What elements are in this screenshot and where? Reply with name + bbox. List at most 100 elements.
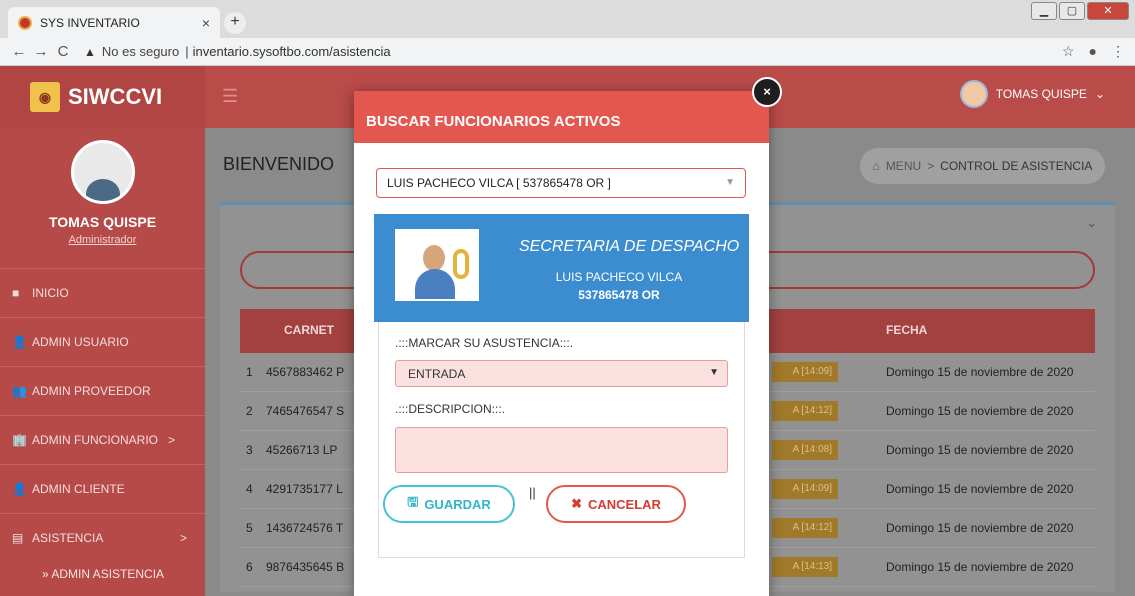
security-label[interactable]: No es seguro (102, 44, 179, 59)
user-icon: 👤 (12, 335, 27, 349)
chevron-down-icon: ▼ (709, 367, 719, 378)
site-favicon-icon (18, 15, 32, 30)
search-funcionarios-modal: BUSCAR FUNCIONARIOS ACTIVOS LUIS PACHECO… (354, 91, 769, 596)
user-menu[interactable]: TOMAS QUISPE ⌄ (959, 80, 1105, 108)
user-avatar (959, 80, 988, 108)
row-carnet: 1436724576 T (266, 521, 344, 535)
window-close-icon[interactable]: ✕ (1087, 2, 1129, 20)
row-fecha: Domingo 15 de noviembre de 2020 (886, 443, 1074, 457)
sidebar: TOMAS QUISPE Administrador ■ INICIO 👤 AD… (0, 128, 205, 596)
brand-logo-icon: ◉ (30, 82, 60, 112)
users-icon: 👥 (12, 384, 27, 398)
mark-select[interactable]: ENTRADA ▼ (395, 360, 728, 387)
brand-name: SIWCCVI (68, 84, 163, 109)
sidebar-item-admin-proveedor[interactable]: 👥 ADMIN PROVEEDOR (0, 366, 205, 415)
chevron-right-icon: > (168, 433, 176, 447)
breadcrumb: ⌂ MENU > CONTROL DE ASISTENCIA (860, 148, 1105, 184)
sidebar-item-admin-funcionario[interactable]: 🏢 ADMIN FUNCIONARIO > (0, 415, 205, 464)
minimize-icon[interactable]: ▁ (1031, 2, 1057, 20)
reload-icon[interactable]: C (52, 43, 74, 60)
breadcrumb-home[interactable]: MENU (886, 159, 921, 173)
modal-close-button[interactable]: × (752, 77, 782, 107)
funcionario-card: SECRETARIA DE DESPACHO LUIS PACHECO VILC… (374, 214, 749, 322)
building-icon: 🏢 (12, 433, 27, 447)
url-field[interactable]: inventario.sysoftbo.com/asistencia (193, 44, 391, 59)
user-plus-icon: 👤 (12, 482, 27, 496)
profile-avatar (70, 140, 135, 204)
status-badge: A [14:13] (772, 557, 838, 577)
row-carnet: 45266713 LP (266, 443, 338, 457)
hamburger-menu-icon[interactable]: ☰ (222, 86, 238, 107)
status-badge: A [14:12] (772, 518, 838, 538)
funcionario-select[interactable]: LUIS PACHECO VILCA [ 537865478 OR ] ▼ (376, 168, 746, 198)
sidebar-item-admin-cliente[interactable]: 👤 ADMIN CLIENTE (0, 464, 205, 513)
card-name: LUIS PACHECO VILCA (555, 270, 683, 284)
row-number: 2 (246, 404, 253, 418)
browser-titlebar: SYS INVENTARIO × + ▁ ▢ ✕ (0, 0, 1135, 38)
bookmark-star-icon[interactable]: ☆ (1062, 43, 1075, 60)
chevron-right-icon: > (179, 531, 187, 545)
description-textarea[interactable] (395, 427, 728, 473)
row-fecha: Domingo 15 de noviembre de 2020 (886, 560, 1074, 574)
maximize-icon[interactable]: ▢ (1059, 2, 1085, 20)
sidebar-item-admin-usuario[interactable]: 👤 ADMIN USUARIO (0, 317, 205, 366)
row-fecha: Domingo 15 de noviembre de 2020 (886, 482, 1074, 496)
row-carnet: 4291735177 L (266, 482, 343, 496)
button-separator: || (529, 485, 536, 500)
save-icon: 🖫 (407, 494, 419, 509)
row-carnet: 9876435645 B (266, 560, 345, 574)
row-number: 3 (246, 443, 253, 457)
mark-select-value: ENTRADA (408, 367, 466, 381)
sidebar-item-label: ADMIN CLIENTE (32, 482, 125, 496)
new-tab-button[interactable]: + (224, 12, 246, 34)
card-department: SECRETARIA DE DESPACHO (519, 238, 740, 255)
back-icon[interactable]: ← (8, 43, 30, 60)
mark-label: .:::MARCAR SU ASUSTENCIA:::. (395, 336, 574, 350)
sidebar-profile: TOMAS QUISPE Administrador (0, 128, 205, 268)
home-icon: ⌂ (872, 159, 880, 173)
save-button[interactable]: 🖫 GUARDAR (383, 485, 515, 523)
row-fecha: Domingo 15 de noviembre de 2020 (886, 365, 1074, 379)
tab-title: SYS INVENTARIO (40, 15, 140, 30)
save-label: GUARDAR (424, 496, 491, 512)
profile-role-link[interactable]: Administrador (0, 234, 205, 246)
sidebar-item-label: ADMIN FUNCIONARIO (32, 433, 158, 447)
close-icon: ✖ (571, 496, 582, 511)
person-head-shape (423, 245, 445, 271)
page-title: BIENVENIDO (223, 154, 335, 174)
cancel-button[interactable]: ✖ CANCELAR (546, 485, 686, 523)
description-label: .:::DESCRIPCION:::. (395, 402, 506, 416)
chevron-down-icon[interactable]: ⌄ (1086, 215, 1097, 231)
address-bar: ← → C ▲ No es seguro | inventario.sysoft… (0, 38, 1135, 66)
sidebar-item-label: INICIO (32, 286, 69, 300)
status-badge: A [14:09] (772, 362, 838, 382)
forward-icon[interactable]: → (30, 43, 52, 60)
calendar-icon: ▤ (12, 531, 24, 545)
chevron-down-icon: ⌄ (1094, 87, 1105, 101)
modal-title: BUSCAR FUNCIONARIOS ACTIVOS (354, 91, 769, 143)
status-badge: A [14:09] (772, 479, 838, 499)
sidebar-item-label: ADMIN USUARIO (32, 335, 129, 349)
home-icon: ■ (12, 286, 20, 300)
employee-key-icon (395, 229, 479, 301)
address-divider: | (185, 44, 189, 59)
profile-icon[interactable]: ● (1089, 43, 1097, 60)
browser-tab[interactable]: SYS INVENTARIO × (8, 7, 220, 38)
tab-close-icon[interactable]: × (202, 15, 210, 31)
sidebar-item-label: ADMIN PROVEEDOR (32, 384, 151, 398)
person-body-shape (415, 269, 455, 299)
warning-icon[interactable]: ▲ (84, 45, 96, 59)
cancel-label: CANCELAR (587, 496, 661, 512)
chevron-down-icon: ▼ (725, 177, 735, 188)
breadcrumb-separator: > (927, 159, 935, 173)
row-fecha: Domingo 15 de noviembre de 2020 (886, 521, 1074, 535)
sidebar-subitem-admin-asistencia[interactable]: » ADMIN ASISTENCIA (0, 562, 205, 586)
status-badge: A [14:12] (772, 401, 838, 421)
sidebar-item-inicio[interactable]: ■ INICIO (0, 268, 205, 317)
profile-name: TOMAS QUISPE (48, 214, 157, 230)
menu-kebab-icon[interactable]: ⋮ (1111, 43, 1125, 60)
sidebar-item-asistencia[interactable]: ▤ ASISTENCIA > (0, 513, 205, 562)
brand[interactable]: ◉ SIWCCVI (0, 66, 205, 128)
key-shape (453, 249, 469, 279)
header-fecha: FECHA (886, 323, 928, 337)
